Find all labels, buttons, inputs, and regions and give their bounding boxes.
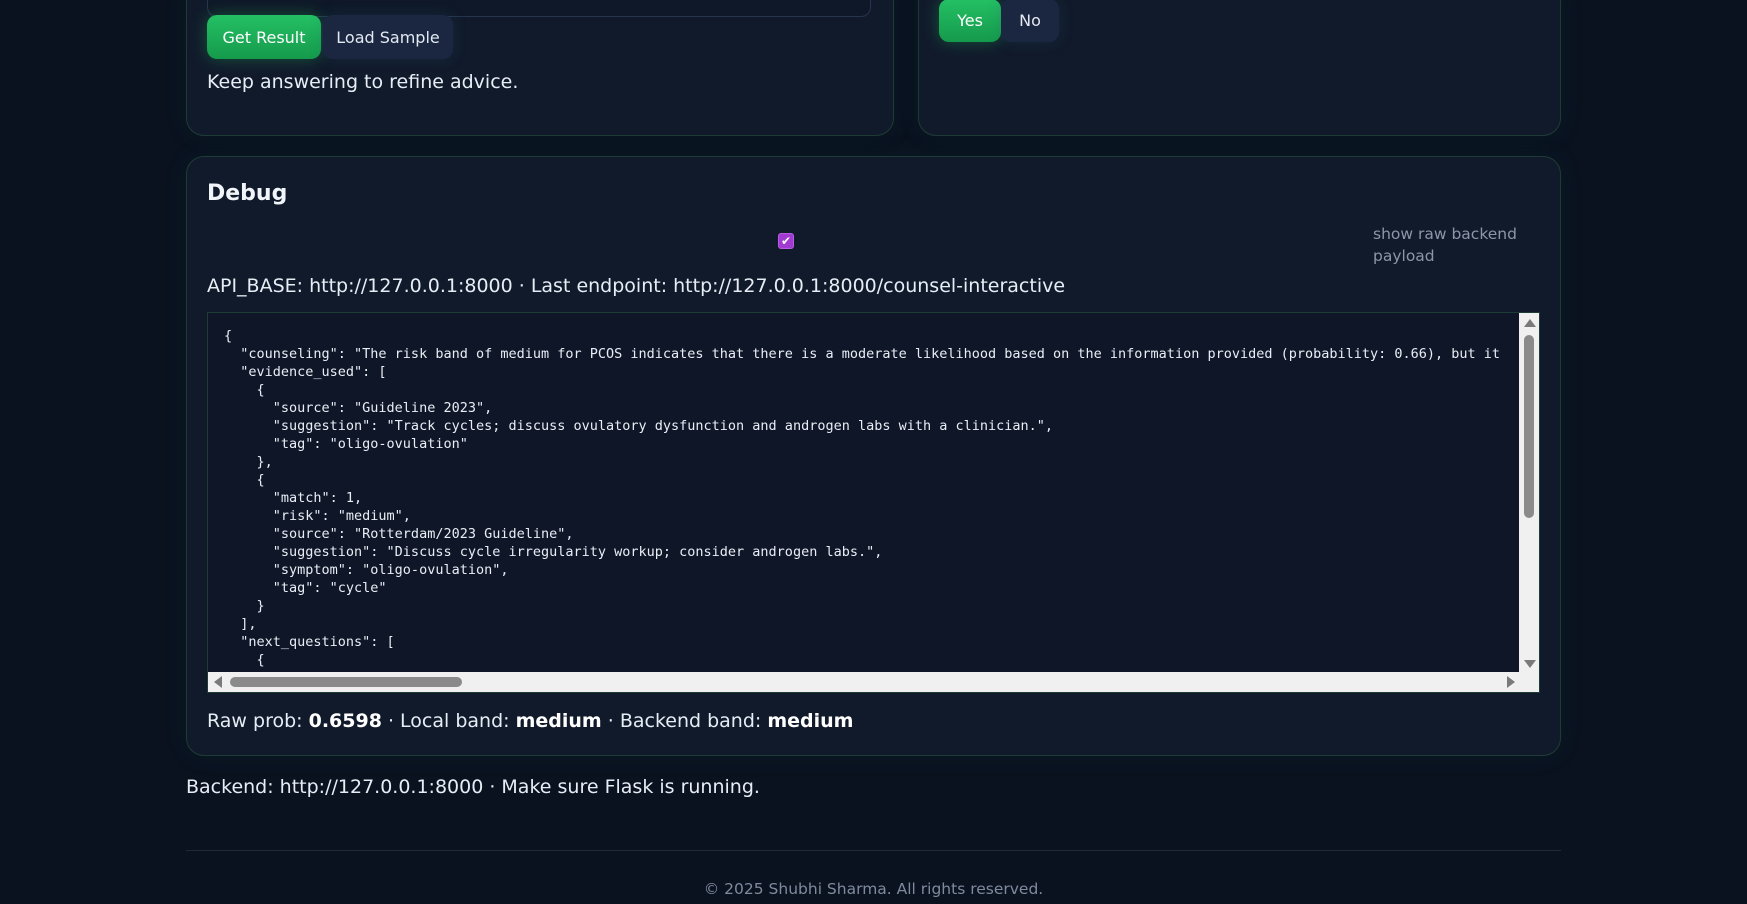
- yes-button[interactable]: Yes: [939, 0, 1001, 42]
- debug-panel: Debug ✔ show raw backend payload API_BAS…: [186, 156, 1561, 756]
- local-band-label: · Local band:: [381, 710, 516, 732]
- payload-content: { "counseling": "The risk band of medium…: [208, 313, 1521, 674]
- vertical-scroll-thumb[interactable]: [1524, 335, 1534, 518]
- footer-copyright: © 2025 Shubhi Sharma. All rights reserve…: [703, 880, 1044, 898]
- probability-stats: Raw prob: 0.6598 · Local band: medium · …: [207, 710, 853, 732]
- horizontal-scroll-thumb[interactable]: [230, 677, 462, 687]
- raw-prob-label: Raw prob:: [207, 710, 309, 732]
- no-button[interactable]: No: [1001, 0, 1059, 42]
- debug-title: Debug: [207, 181, 288, 206]
- scroll-left-icon[interactable]: [214, 676, 222, 688]
- load-sample-button[interactable]: Load Sample: [323, 15, 453, 59]
- checkmark-icon: ✔: [780, 234, 792, 248]
- scroll-up-icon[interactable]: [1524, 319, 1536, 327]
- refine-hint: Keep answering to refine advice.: [207, 71, 519, 93]
- local-band-value: medium: [515, 710, 602, 732]
- raw-payload-checkbox[interactable]: ✔: [778, 233, 794, 249]
- scroll-right-icon[interactable]: [1507, 676, 1515, 688]
- horizontal-scrollbar[interactable]: [208, 672, 1539, 692]
- raw-prob-value: 0.6598: [308, 710, 382, 732]
- answer-panel: Yes No: [918, 0, 1561, 136]
- vertical-scrollbar[interactable]: [1519, 313, 1539, 674]
- page: Get Result Load Sample Keep answering to…: [0, 0, 1747, 904]
- scroll-down-icon[interactable]: [1524, 660, 1536, 668]
- footer-divider: [186, 850, 1561, 851]
- endpoint-info: API_BASE: http://127.0.0.1:8000 · Last e…: [207, 275, 1066, 297]
- question-panel: Get Result Load Sample Keep answering to…: [186, 0, 894, 136]
- payload-json: { "counseling": "The risk band of medium…: [224, 328, 1501, 668]
- get-result-button[interactable]: Get Result: [207, 15, 321, 59]
- backend-band-value: medium: [767, 710, 854, 732]
- backend-band-label: · Backend band:: [601, 710, 768, 732]
- backend-note: Backend: http://127.0.0.1:8000 · Make su…: [186, 776, 760, 798]
- payload-viewer[interactable]: { "counseling": "The risk band of medium…: [207, 312, 1540, 693]
- raw-payload-label: show raw backend payload: [1373, 225, 1517, 265]
